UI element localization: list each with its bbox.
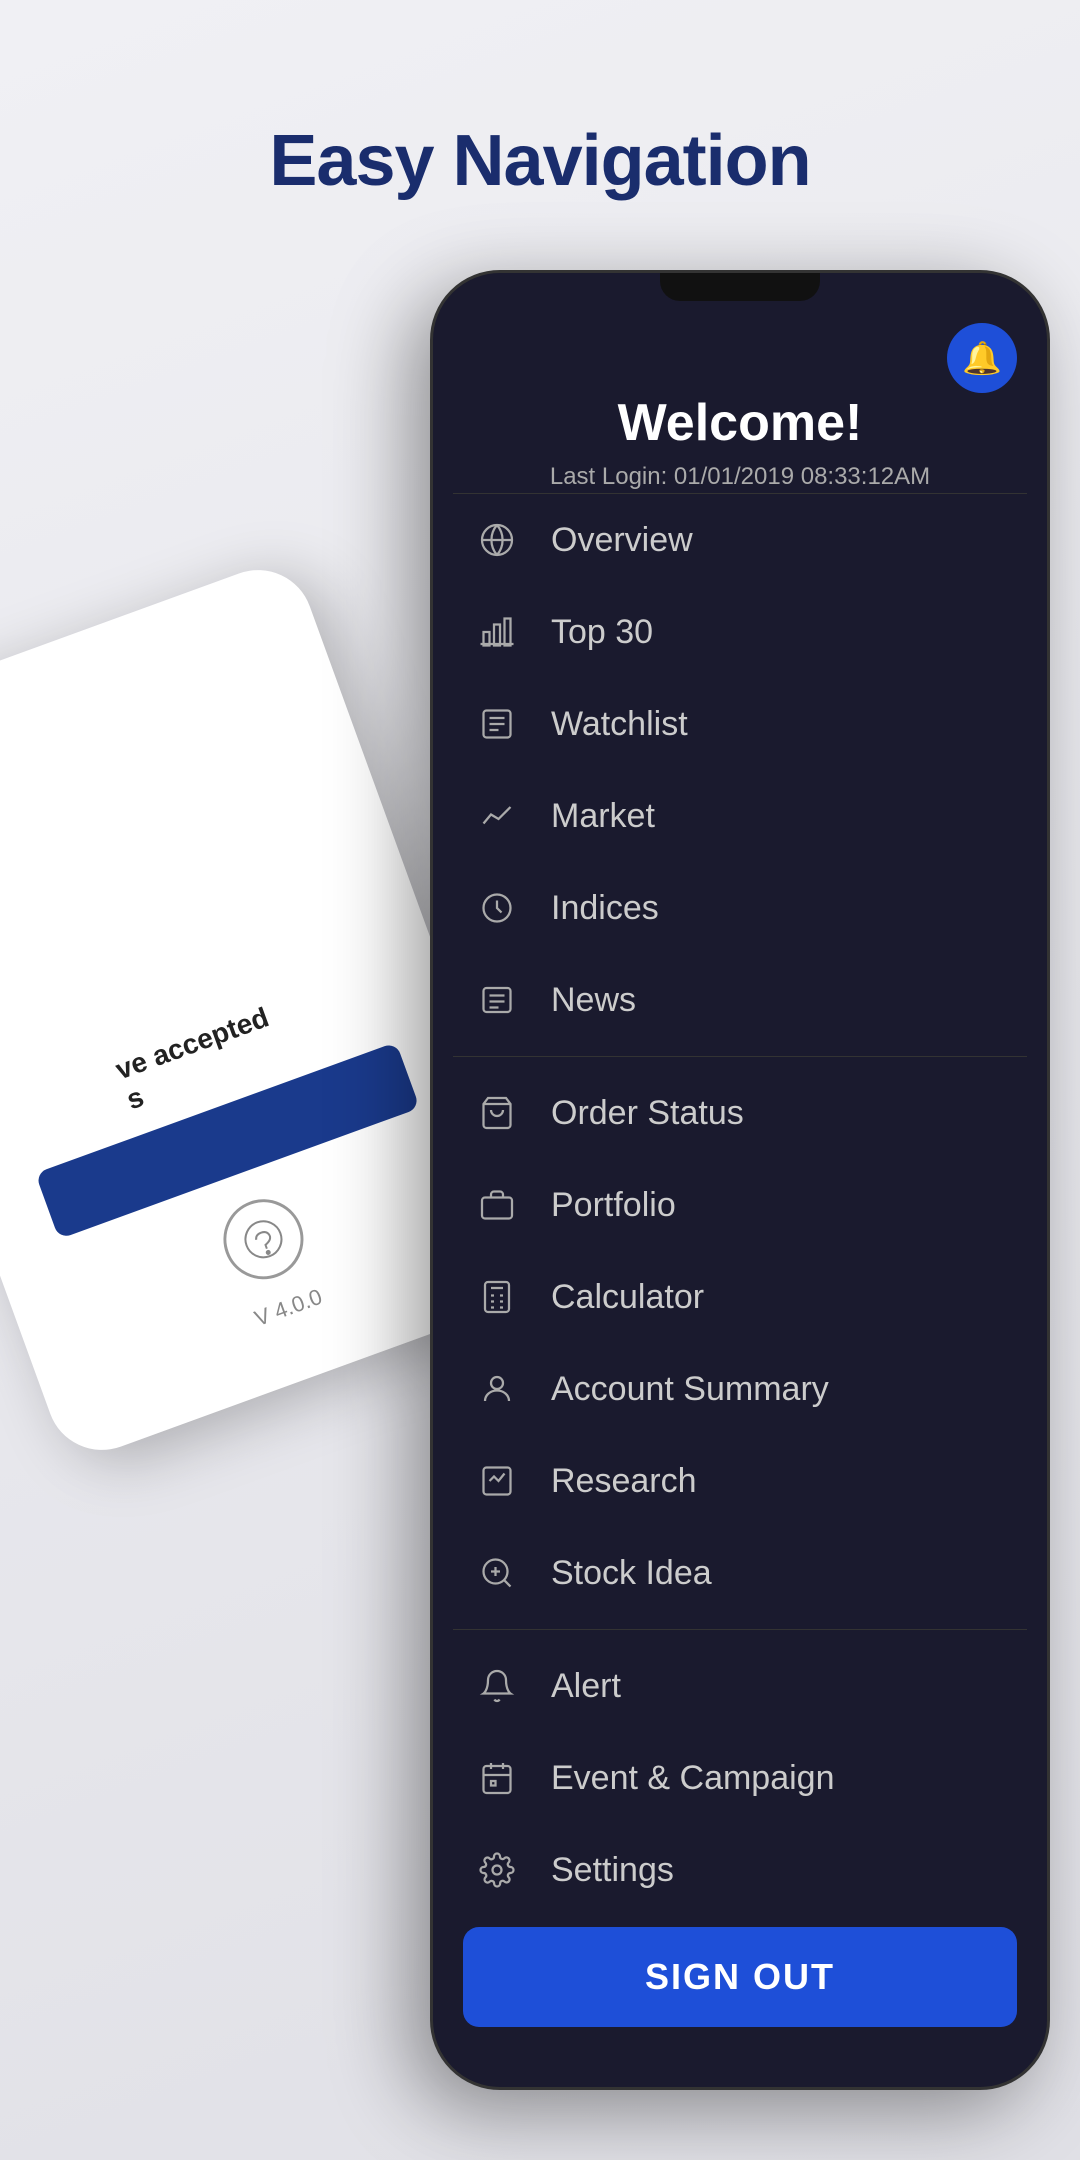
calculator-icon (473, 1273, 521, 1321)
menu-label-top30: Top 30 (551, 613, 653, 652)
menu-label-watchlist: Watchlist (551, 705, 688, 744)
menu-item-news[interactable]: News (433, 954, 1047, 1046)
menu-label-alert: Alert (551, 1667, 621, 1706)
menu-item-overview[interactable]: Overview (433, 494, 1047, 586)
menu-group-1: Overview Top 30 Watchlist (433, 494, 1047, 1046)
phone-notch (660, 273, 820, 301)
page-title: Easy Navigation (0, 120, 1080, 202)
notification-bell-button[interactable]: 🔔 (947, 323, 1017, 393)
menu-group-3: Alert Event & Campaign Settings (433, 1640, 1047, 1916)
divider-group1 (453, 1056, 1027, 1057)
menu-label-event-campaign: Event & Campaign (551, 1759, 835, 1798)
menu-label-overview: Overview (551, 521, 693, 560)
account-summary-icon (473, 1365, 521, 1413)
menu-label-market: Market (551, 797, 655, 836)
menu-group-2: Order Status Portfolio Calculator (433, 1067, 1047, 1619)
menu-item-order-status[interactable]: Order Status (433, 1067, 1047, 1159)
overview-icon (473, 516, 521, 564)
portfolio-icon (473, 1181, 521, 1229)
settings-icon (473, 1846, 521, 1894)
top30-icon (473, 608, 521, 656)
menu-item-portfolio[interactable]: Portfolio (433, 1159, 1047, 1251)
watchlist-icon (473, 700, 521, 748)
menu-label-account-summary: Account Summary (551, 1370, 829, 1409)
menu-section: Overview Top 30 Watchlist (433, 493, 1047, 1916)
sign-out-section: SIGN OUT (463, 1927, 1017, 2027)
menu-item-stock-idea[interactable]: Stock Idea (433, 1527, 1047, 1619)
menu-item-alert[interactable]: Alert (433, 1640, 1047, 1732)
phone-support-icon (212, 1188, 315, 1291)
divider-group2 (453, 1629, 1027, 1630)
market-icon (473, 792, 521, 840)
indices-icon (473, 884, 521, 932)
welcome-title: Welcome! (433, 393, 1047, 453)
sign-out-button[interactable]: SIGN OUT (463, 1927, 1017, 2027)
menu-label-order-status: Order Status (551, 1094, 744, 1133)
menu-item-calculator[interactable]: Calculator (433, 1251, 1047, 1343)
menu-item-market[interactable]: Market (433, 770, 1047, 862)
menu-label-news: News (551, 981, 636, 1020)
bell-icon: 🔔 (962, 339, 1002, 377)
menu-item-account-summary[interactable]: Account Summary (433, 1343, 1047, 1435)
page-background: Easy Navigation ve accepteds V 4.0.0 🔔 (0, 0, 1080, 2160)
menu-item-research[interactable]: Research (433, 1435, 1047, 1527)
main-phone: 🔔 Welcome! Last Login: 01/01/2019 08:33:… (430, 270, 1050, 2090)
menu-label-calculator: Calculator (551, 1278, 704, 1317)
menu-item-top30[interactable]: Top 30 (433, 586, 1047, 678)
event-campaign-icon (473, 1754, 521, 1802)
stock-idea-icon (473, 1549, 521, 1597)
menu-item-indices[interactable]: Indices (433, 862, 1047, 954)
alert-icon (473, 1662, 521, 1710)
order-status-icon (473, 1089, 521, 1137)
menu-item-event-campaign[interactable]: Event & Campaign (433, 1732, 1047, 1824)
menu-item-settings[interactable]: Settings (433, 1824, 1047, 1916)
menu-label-indices: Indices (551, 889, 659, 928)
menu-label-portfolio: Portfolio (551, 1186, 676, 1225)
research-icon (473, 1457, 521, 1505)
menu-label-settings: Settings (551, 1851, 674, 1890)
news-icon (473, 976, 521, 1024)
menu-label-research: Research (551, 1462, 697, 1501)
menu-label-stock-idea: Stock Idea (551, 1554, 712, 1593)
menu-item-watchlist[interactable]: Watchlist (433, 678, 1047, 770)
last-login-text: Last Login: 01/01/2019 08:33:12AM (433, 463, 1047, 491)
version-label: V 4.0.0 (251, 1284, 325, 1332)
